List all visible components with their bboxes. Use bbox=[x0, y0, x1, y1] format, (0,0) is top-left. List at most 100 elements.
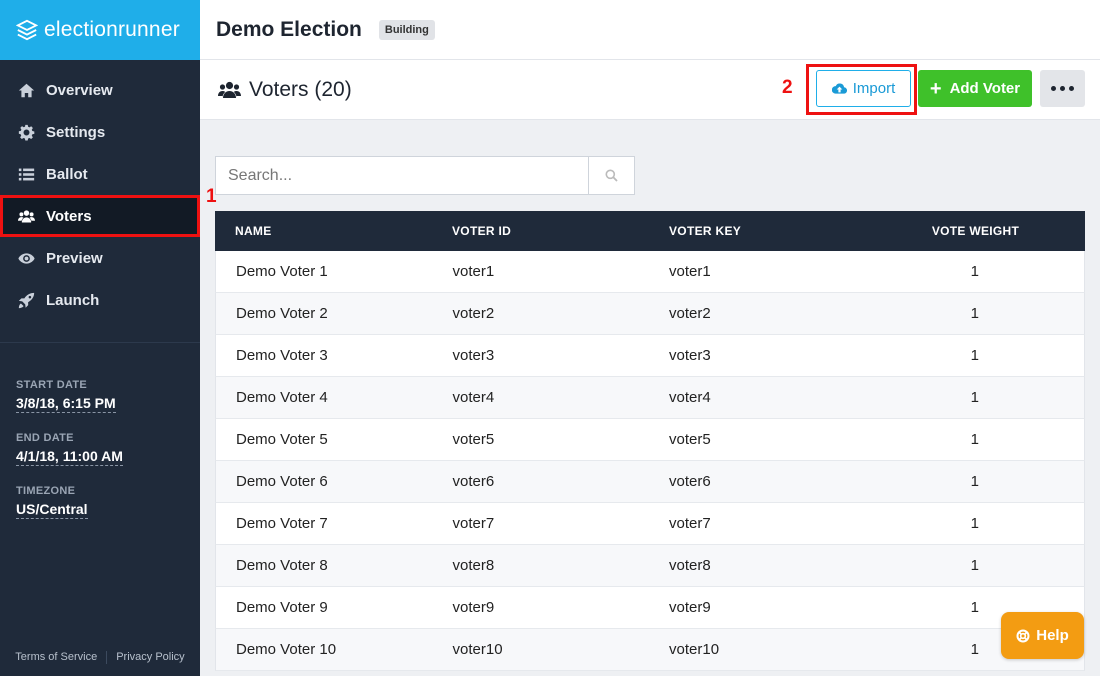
end-date: END DATE 4/1/18, 11:00 AM bbox=[16, 432, 123, 466]
eye-icon bbox=[16, 248, 36, 268]
table-row[interactable]: Demo Voter 6 voter6 voter6 1 bbox=[215, 461, 1085, 503]
sidebar-item-settings[interactable]: Settings bbox=[0, 111, 200, 153]
sidebar-item-label: Settings bbox=[46, 123, 106, 141]
start-date-value[interactable]: 3/8/18, 6:15 PM bbox=[16, 395, 116, 413]
cell-voter-id: voter10 bbox=[452, 641, 503, 658]
timezone-value[interactable]: US/Central bbox=[16, 501, 88, 519]
cell-voter-id: voter8 bbox=[452, 557, 495, 574]
sidebar-item-voters[interactable]: Voters bbox=[0, 195, 200, 237]
table-row[interactable]: Demo Voter 3 voter3 voter3 1 bbox=[215, 335, 1085, 377]
search-button[interactable] bbox=[588, 157, 634, 194]
cell-voter-key: voter8 bbox=[669, 557, 711, 574]
table-row[interactable]: Demo Voter 2 voter2 voter2 1 bbox=[215, 293, 1085, 335]
timezone: TIMEZONE US/Central bbox=[16, 485, 88, 519]
cell-voter-key: voter3 bbox=[669, 347, 711, 364]
cell-voter-key: voter1 bbox=[669, 263, 711, 280]
cell-voter-key: voter4 bbox=[669, 389, 711, 406]
table-body: Demo Voter 1 voter1 voter1 1 Demo Voter 2 vot… bbox=[215, 251, 1085, 671]
add-voter-button[interactable]: + Add Voter bbox=[918, 70, 1032, 107]
table-row[interactable]: Demo Voter 8 voter8 voter8 1 bbox=[215, 545, 1085, 587]
cell-name: Demo Voter 8 bbox=[236, 557, 328, 574]
sidebar-item-label: Voters bbox=[46, 207, 92, 225]
ellipsis-dot bbox=[1060, 86, 1065, 91]
sidebar-item-label: Ballot bbox=[46, 165, 88, 183]
cell-voter-key: voter7 bbox=[669, 515, 711, 532]
lifebuoy-icon bbox=[1016, 629, 1030, 642]
help-label: Help bbox=[1036, 627, 1069, 644]
column-header-voter-key[interactable]: VOTER KEY bbox=[649, 224, 866, 238]
sidebar-divider bbox=[0, 342, 200, 343]
cell-voter-key: voter2 bbox=[669, 305, 711, 322]
privacy-link[interactable]: Privacy Policy bbox=[116, 651, 184, 664]
logo-text: electionrunner bbox=[44, 18, 180, 41]
plus-icon: + bbox=[929, 77, 942, 100]
cell-voter-id: voter9 bbox=[452, 599, 495, 616]
status-badge: Building bbox=[378, 19, 435, 40]
sidebar-footer: Terms of Service Privacy Policy bbox=[0, 651, 200, 664]
users-icon bbox=[16, 206, 36, 226]
sidebar: electionrunner Overview Settings Ballot … bbox=[0, 0, 200, 676]
gear-icon bbox=[16, 122, 36, 142]
cell-name: Demo Voter 6 bbox=[236, 473, 328, 490]
cell-vote-weight: 1 bbox=[970, 263, 979, 280]
sidebar-item-overview[interactable]: Overview bbox=[0, 69, 200, 111]
cell-vote-weight: 1 bbox=[970, 473, 979, 490]
section-title: Voters (20) bbox=[218, 78, 352, 102]
cell-voter-id: voter2 bbox=[452, 305, 495, 322]
more-options-button[interactable] bbox=[1040, 70, 1085, 107]
search-box bbox=[215, 156, 635, 195]
end-date-value[interactable]: 4/1/18, 11:00 AM bbox=[16, 448, 123, 466]
import-label: Import bbox=[852, 80, 896, 97]
sidebar-item-ballot[interactable]: Ballot bbox=[0, 153, 200, 195]
cell-voter-id: voter1 bbox=[452, 263, 495, 280]
search-icon bbox=[605, 169, 618, 182]
cell-vote-weight: 1 bbox=[970, 389, 979, 406]
table-row[interactable]: Demo Voter 10 voter10 voter10 1 bbox=[215, 629, 1085, 671]
cell-voter-id: voter4 bbox=[452, 389, 495, 406]
table-row[interactable]: Demo Voter 5 voter5 voter5 1 bbox=[215, 419, 1085, 461]
home-icon bbox=[16, 80, 36, 100]
terms-link[interactable]: Terms of Service bbox=[15, 651, 97, 664]
cell-name: Demo Voter 2 bbox=[236, 305, 328, 322]
sidebar-item-label: Launch bbox=[46, 291, 100, 309]
column-header-vote-weight[interactable]: VOTE WEIGHT bbox=[866, 224, 1085, 238]
cell-vote-weight: 1 bbox=[970, 347, 979, 364]
table-row[interactable]: Demo Voter 9 voter9 voter9 1 bbox=[215, 587, 1085, 629]
add-voter-label: Add Voter bbox=[949, 80, 1021, 97]
table-row[interactable]: Demo Voter 1 voter1 voter1 1 bbox=[215, 251, 1085, 293]
sidebar-item-label: Preview bbox=[46, 249, 103, 267]
cell-name: Demo Voter 5 bbox=[236, 431, 328, 448]
cell-name: Demo Voter 1 bbox=[236, 263, 328, 280]
cell-voter-key: voter10 bbox=[669, 641, 720, 658]
help-button[interactable]: Help bbox=[1001, 612, 1084, 659]
cell-name: Demo Voter 10 bbox=[236, 641, 337, 658]
sidebar-item-label: Overview bbox=[46, 81, 113, 99]
cell-name: Demo Voter 3 bbox=[236, 347, 328, 364]
timezone-label: TIMEZONE bbox=[16, 485, 76, 497]
sidebar-nav: Overview Settings Ballot Voters Preview bbox=[0, 69, 200, 321]
annotation-marker-2: 2 bbox=[782, 77, 793, 98]
column-header-name[interactable]: NAME bbox=[215, 224, 432, 238]
import-button[interactable]: Import bbox=[816, 70, 911, 107]
table-row[interactable]: Demo Voter 7 voter7 voter7 1 bbox=[215, 503, 1085, 545]
section-title-text: Voters (20) bbox=[249, 77, 352, 101]
table-row[interactable]: Demo Voter 4 voter4 voter4 1 bbox=[215, 377, 1085, 419]
cell-voter-key: voter6 bbox=[669, 473, 711, 490]
logo-icon bbox=[16, 19, 38, 41]
sidebar-item-preview[interactable]: Preview bbox=[0, 237, 200, 279]
list-icon bbox=[16, 164, 36, 184]
cell-vote-weight: 1 bbox=[970, 515, 979, 532]
sidebar-item-launch[interactable]: Launch bbox=[0, 279, 200, 321]
cell-voter-id: voter5 bbox=[452, 431, 495, 448]
end-date-label: END DATE bbox=[16, 432, 74, 444]
cell-voter-id: voter7 bbox=[452, 515, 495, 532]
logo[interactable]: electionrunner bbox=[0, 0, 200, 60]
column-header-voter-id[interactable]: VOTER ID bbox=[432, 224, 649, 238]
search-input[interactable] bbox=[216, 157, 588, 194]
start-date-label: START DATE bbox=[16, 379, 88, 391]
cell-voter-id: voter6 bbox=[452, 473, 495, 490]
cell-voter-key: voter5 bbox=[669, 431, 711, 448]
cell-voter-key: voter9 bbox=[669, 599, 711, 616]
footer-separator bbox=[106, 651, 108, 664]
cell-voter-id: voter3 bbox=[452, 347, 495, 364]
